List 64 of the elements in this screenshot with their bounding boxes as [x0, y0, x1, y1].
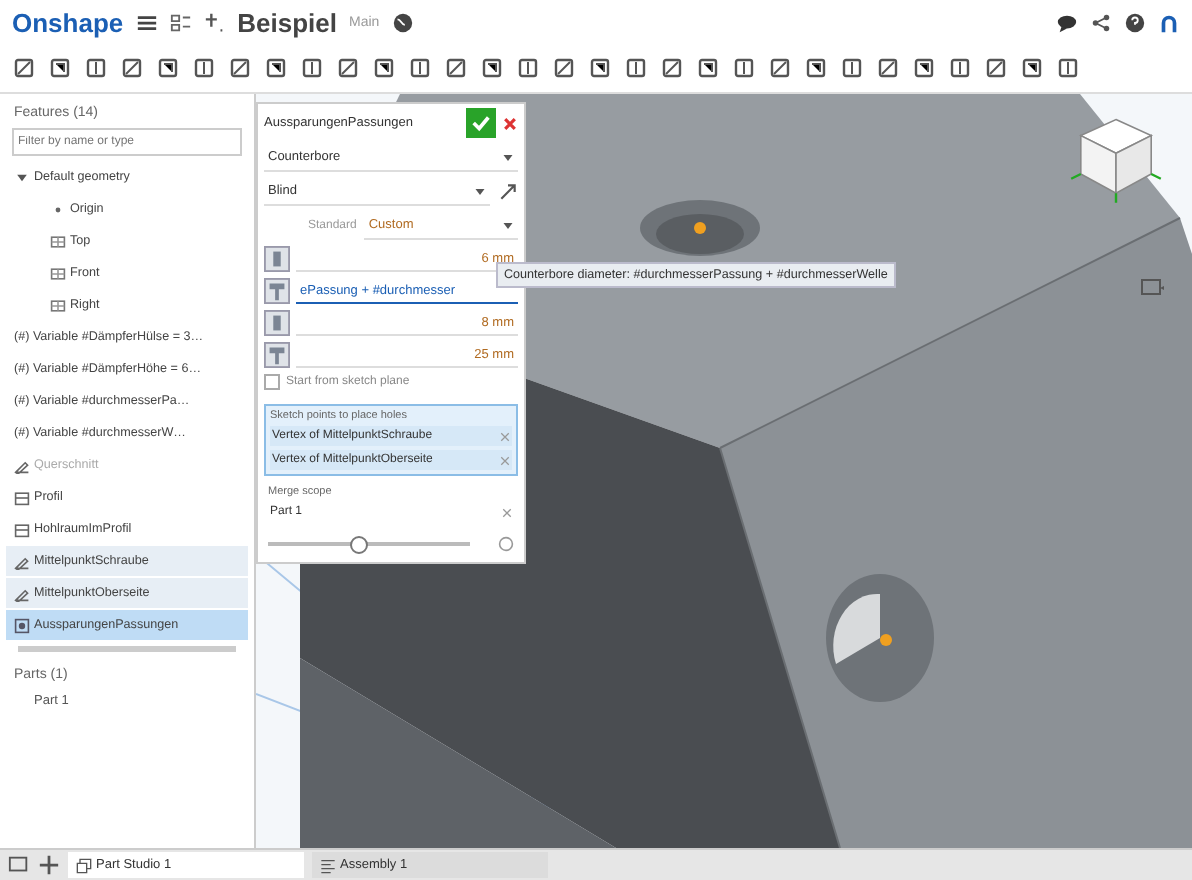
tool-icon[interactable]: [12, 56, 36, 80]
close-icon[interactable]: [502, 115, 518, 131]
tool-icon[interactable]: [876, 56, 900, 80]
user-icon[interactable]: [1158, 11, 1180, 33]
depth-icon: [264, 246, 290, 272]
globe-icon[interactable]: [391, 11, 414, 33]
tool-icon[interactable]: [660, 56, 684, 80]
accept-button[interactable]: [466, 108, 496, 138]
tool-icon[interactable]: [948, 56, 972, 80]
tool-icon[interactable]: [624, 56, 648, 80]
tool-icon[interactable]: [516, 56, 540, 80]
plane-icon: [50, 233, 66, 249]
remove-icon[interactable]: [502, 507, 512, 517]
part-studio-icon: [76, 857, 92, 873]
counterbore-icon: [264, 278, 290, 304]
tool-icon[interactable]: [588, 56, 612, 80]
tool-icon[interactable]: [768, 56, 792, 80]
tool-icon[interactable]: [48, 56, 72, 80]
caret-icon: [474, 185, 486, 197]
tab-list-icon[interactable]: [8, 854, 30, 876]
tool-icon[interactable]: [264, 56, 288, 80]
tool-icon[interactable]: [732, 56, 756, 80]
tool-icon[interactable]: [228, 56, 252, 80]
tool-icon[interactable]: [696, 56, 720, 80]
slider-thumb[interactable]: [350, 536, 369, 554]
assembly-icon: [320, 857, 336, 873]
hole-depth-icon: [264, 342, 290, 368]
tool-icon[interactable]: [804, 56, 828, 80]
caret-icon: [502, 151, 514, 163]
tool-icon[interactable]: [1020, 56, 1044, 80]
tool-icon[interactable]: [840, 56, 864, 80]
document-title: Beispiel: [237, 7, 337, 37]
counterbore-depth-icon: [264, 310, 290, 336]
tool-icon[interactable]: [444, 56, 468, 80]
menu-icon[interactable]: [135, 11, 158, 33]
tool-icon[interactable]: [192, 56, 216, 80]
pencil-icon: [14, 457, 30, 473]
pencil-icon: [14, 553, 30, 569]
plane-icon: [50, 297, 66, 313]
tool-icon[interactable]: [336, 56, 360, 80]
tool-icon[interactable]: [300, 56, 324, 80]
pencil-icon: [14, 585, 30, 601]
tool-icon[interactable]: [912, 56, 936, 80]
tool-icon[interactable]: [1056, 56, 1080, 80]
tool-icon[interactable]: [156, 56, 180, 80]
logo[interactable]: Onshape: [12, 7, 124, 37]
tool-icon[interactable]: [552, 56, 576, 80]
add-icon[interactable]: [38, 854, 60, 876]
help-icon[interactable]: [1124, 11, 1146, 33]
tool-icon[interactable]: [120, 56, 144, 80]
tool-icon[interactable]: [372, 56, 396, 80]
hole-icon: [14, 617, 30, 633]
caret-icon: [502, 219, 514, 231]
plane-icon: [50, 265, 66, 281]
tool-icon[interactable]: [984, 56, 1008, 80]
tool-icon[interactable]: [480, 56, 504, 80]
insert-icon[interactable]: [203, 11, 226, 33]
flip-icon[interactable]: [498, 182, 518, 202]
check-icon: [470, 112, 492, 134]
tool-icon[interactable]: [408, 56, 432, 80]
tool-icon[interactable]: [84, 56, 108, 80]
share-icon[interactable]: [1090, 11, 1112, 33]
list-icon[interactable]: [169, 11, 192, 33]
chat-icon[interactable]: [1056, 11, 1078, 33]
